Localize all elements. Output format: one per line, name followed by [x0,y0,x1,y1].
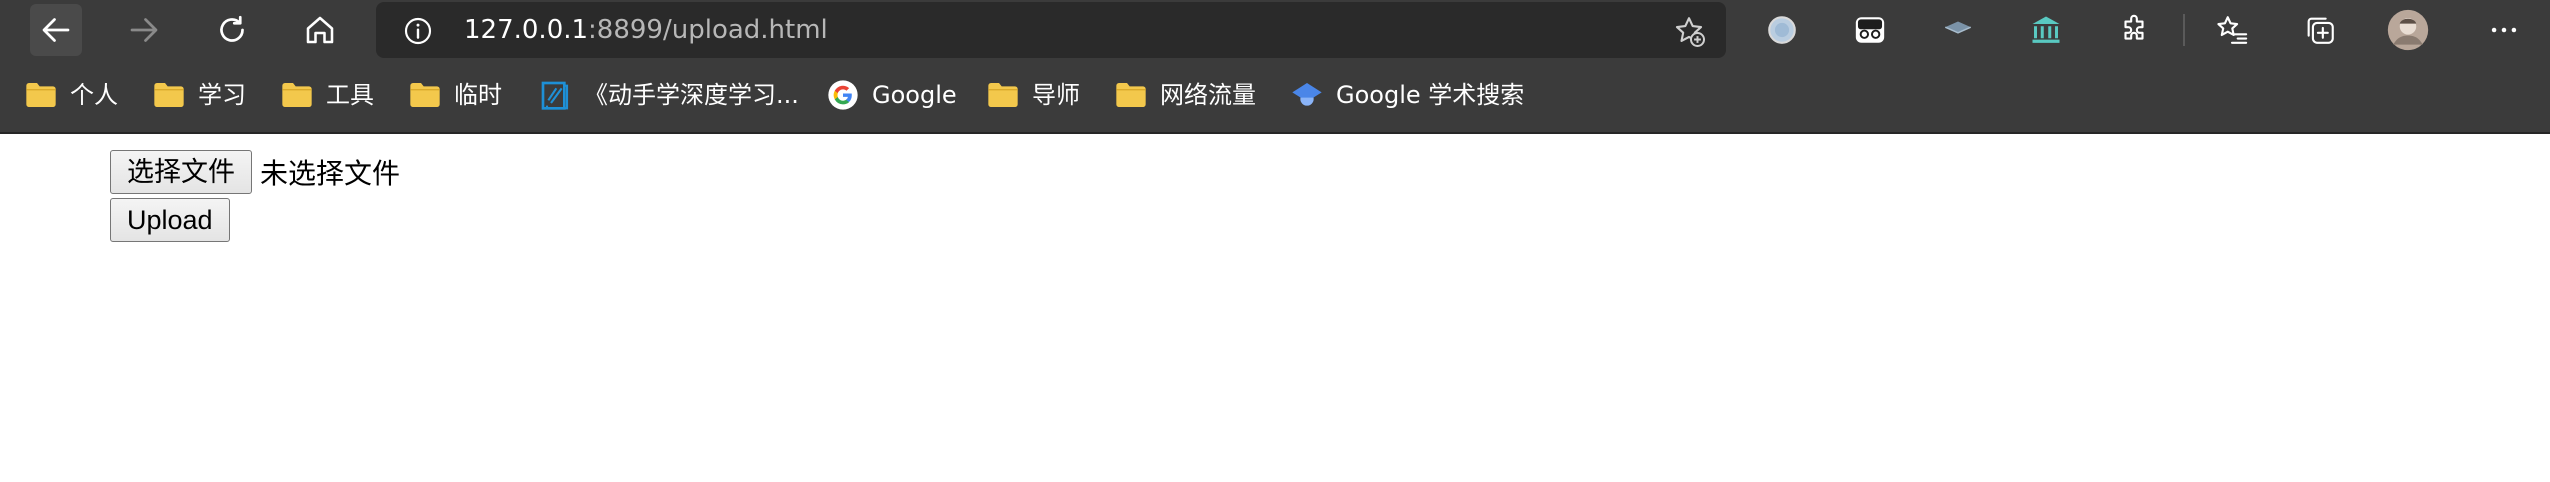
puzzle-icon [2124,14,2144,40]
upload-button[interactable]: Upload [110,198,230,242]
extension-diamond-button[interactable] [1936,8,1980,52]
favorite-label: 临时 [454,81,502,109]
favorite-item-google-scholar[interactable]: Google 学术搜索 [1290,74,1524,116]
refresh-icon [220,15,244,42]
collections-icon [2307,17,2334,44]
settings-more-button[interactable] [2482,8,2526,52]
add-favorite-icon[interactable] [1672,14,1706,52]
circle-extension-icon [1768,16,1796,44]
book-icon [538,78,572,112]
extension-glasses-button[interactable] [1848,8,1892,52]
diamond-extension-icon [1944,21,1972,34]
folder-icon [280,78,314,112]
glasses-extension-icon [1855,17,1885,43]
favorite-label: 工具 [326,81,374,109]
file-status-text: 未选择文件 [260,158,401,189]
forward-arrow-icon [130,18,158,42]
address-bar[interactable]: 127.0.0.1:8899/upload.html [376,2,1726,58]
google-icon [826,78,860,112]
favorite-item-d2l-book[interactable]: 《动手学深度学习... [538,74,799,116]
url-text[interactable]: 127.0.0.1:8899/upload.html [464,14,828,46]
favorite-label: 导师 [1032,81,1080,109]
back-button[interactable] [30,4,82,56]
extensions-button[interactable] [2112,8,2156,52]
toolbar-divider [2183,14,2185,46]
favorite-label: 学习 [198,81,246,109]
favorite-label: Google [872,81,957,109]
forward-button[interactable] [118,4,170,56]
favorite-label: Google 学术搜索 [1336,81,1525,109]
favorite-label: 个人 [70,81,118,109]
choose-file-button[interactable]: 选择文件 [110,150,252,194]
avatar [2387,9,2429,51]
extension-library-button[interactable] [2024,8,2068,52]
favorites-bar: 个人 学习 工具 临时 《动手学深度学习... Google 导师 网络流量 G… [0,60,2550,134]
collections-button[interactable] [2298,8,2342,52]
upload-row: Upload [110,198,230,242]
favorites-button[interactable] [2210,8,2254,52]
favorite-item-network-traffic[interactable]: 网络流量 [1114,74,1256,116]
url-host: 127.0.0.1 [464,15,589,45]
folder-icon [986,78,1020,112]
library-extension-icon [2032,16,2060,43]
favorite-label: 网络流量 [1160,81,1256,109]
favorite-item-google[interactable]: Google [826,74,957,116]
site-info-icon[interactable] [402,15,434,51]
folder-icon [408,78,442,112]
favorite-item-advisor[interactable]: 导师 [986,74,1080,116]
favorite-label: 《动手学深度学习... [584,81,799,109]
folder-icon [24,78,58,112]
more-dots-icon [2491,27,2517,33]
browser-toolbar: 127.0.0.1:8899/upload.html [0,0,2550,60]
refresh-button[interactable] [206,4,258,56]
back-arrow-icon [42,18,70,42]
url-path: :8899/upload.html [588,15,828,45]
extension-circle-button[interactable] [1760,8,1804,52]
favorite-item-temp[interactable]: 临时 [408,74,502,116]
scholar-icon [1290,78,1324,112]
folder-icon [1114,78,1148,112]
favorite-item-study[interactable]: 学习 [152,74,246,116]
profile-button[interactable] [2386,8,2430,52]
file-input[interactable]: 选择文件 未选择文件 [110,150,400,194]
page-content: 选择文件 未选择文件 Upload [0,134,2550,482]
home-button[interactable] [294,4,346,56]
folder-icon [152,78,186,112]
home-icon [306,16,334,44]
favorite-item-tools[interactable]: 工具 [280,74,374,116]
favorite-item-personal[interactable]: 个人 [24,74,118,116]
favorites-list-icon [2217,16,2248,44]
